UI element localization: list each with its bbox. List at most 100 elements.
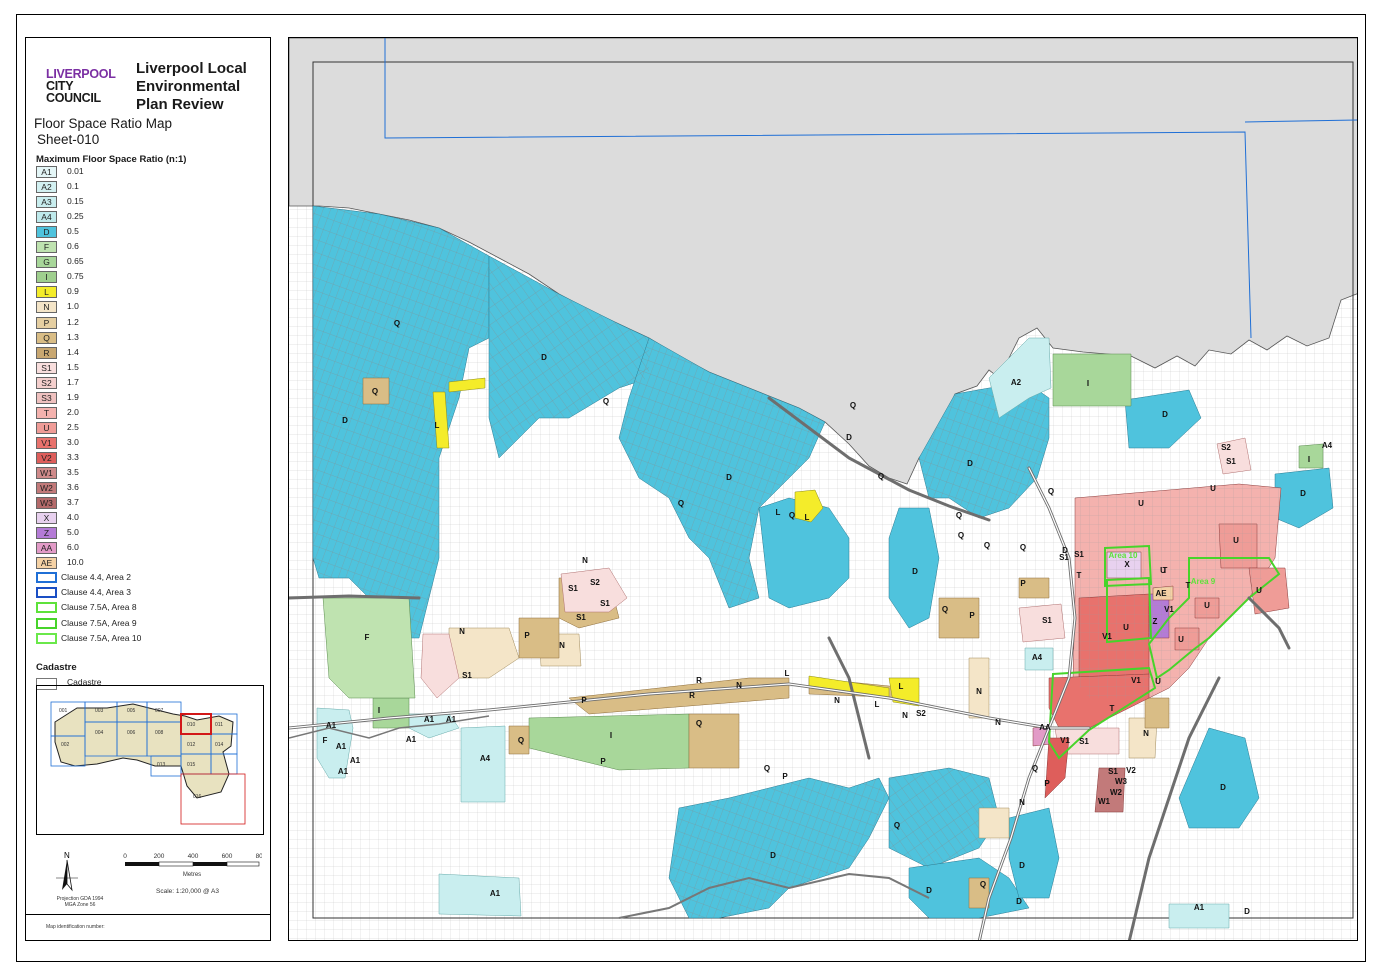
clause-legend-item: Clause 7.5A, Area 8 — [36, 602, 266, 614]
fsr-value: 3.5 — [67, 467, 79, 477]
map-frame[interactable]: Q Q D L D Q Q D Q D Q L Q L D A2 I D S2 S1 I A4 D U Q Q Q Q Q S1 D P Q P S… — [288, 37, 1358, 941]
fsr-value: 0.6 — [67, 241, 79, 252]
clause-swatch — [36, 602, 57, 614]
fsr-value: 3.0 — [67, 436, 79, 447]
fsr-swatch: AE — [36, 557, 57, 570]
zone-label: S1 — [1108, 767, 1118, 776]
projection-line-2: MGA Zone 56 — [64, 902, 96, 908]
zone-label: N — [582, 556, 588, 565]
zone-label: Q — [894, 821, 900, 830]
zone-label: S1 — [1226, 457, 1236, 466]
clause-swatch — [36, 572, 57, 584]
fsr-value: 0.25 — [67, 211, 84, 222]
fsr-legend-item: A3 0.15 — [36, 196, 266, 209]
fsr-legend-item: A1 0.01 — [36, 166, 266, 178]
clause-label: Clause 4.4, Area 2 — [61, 572, 131, 583]
zone-label: U — [1160, 566, 1166, 575]
zone-label: I — [378, 706, 380, 715]
fsr-swatch: A3 — [36, 196, 57, 209]
fsr-value: 0.75 — [67, 271, 84, 282]
key-map-sheet-label: 005 — [127, 708, 136, 714]
zone-label: Q — [956, 511, 962, 520]
zone-label: L — [785, 669, 790, 678]
fsr-legend-item: A2 0.1 — [36, 181, 266, 194]
clause-swatch — [36, 587, 57, 599]
zone-label: Q — [696, 719, 702, 728]
fsr-value: 5.0 — [67, 527, 79, 538]
fsr-value: 3.7 — [67, 497, 79, 508]
zone-label: A1 — [424, 715, 435, 724]
clause-legend-item: Clause 7.5A, Area 9 — [36, 617, 266, 630]
zone-label: A1 — [326, 721, 337, 730]
fsr-value: 3.3 — [67, 451, 79, 462]
zone-label: P — [600, 757, 606, 766]
fsr-legend-item: V1 3.0 — [36, 436, 266, 449]
zone-label: A1 — [336, 742, 347, 751]
fsr-value: 4.0 — [67, 512, 79, 523]
clause-legend-item: Clause 4.4, Area 3 — [36, 587, 266, 599]
legend-panel: LIVERPOOL CITY COUNCIL Liverpool Local E… — [25, 37, 271, 941]
zone-label: S1 — [1059, 553, 1069, 562]
zone-label: U — [1204, 601, 1210, 610]
fsr-legend-item: L 0.9 — [36, 286, 266, 299]
zone-label: P — [581, 696, 587, 705]
zone-label: A2 — [1011, 378, 1022, 387]
zone-label: Q — [878, 472, 884, 481]
key-map-sheet-label: 003 — [95, 708, 104, 714]
fsr-swatch: X — [36, 512, 57, 525]
zone-label: D — [926, 886, 932, 895]
key-map-sheet-label: 008 — [155, 730, 164, 736]
fsr-swatch: D — [36, 226, 57, 239]
clause-legend-item: Clause 7.5A, Area 10 — [36, 632, 266, 645]
fsr-value: 0.1 — [67, 181, 79, 192]
zone-label: V1 — [1060, 736, 1070, 745]
zone-label: A1 — [1194, 903, 1205, 912]
zone-label: P — [1020, 579, 1026, 588]
zone-label: S1 — [1074, 550, 1084, 559]
map-id-label: Map identification number: — [46, 924, 105, 930]
zone-label: U — [1256, 586, 1262, 595]
clause-label: Clause 7.5A, Area 8 — [61, 602, 137, 613]
zone-label: S2 — [590, 578, 600, 587]
zone-label: U — [1233, 536, 1239, 545]
fsr-value: 1.7 — [67, 376, 79, 387]
zone-label: S1 — [600, 599, 610, 608]
zone-label: Q — [980, 880, 986, 889]
key-map: 001 002 003 004 005 006 007 008 010 011 012 013 014 0… — [36, 685, 264, 835]
zone-label: V1 — [1131, 676, 1141, 685]
clause-swatch — [36, 632, 57, 644]
zone-label: Q — [764, 764, 770, 773]
fsr-swatch: W3 — [36, 497, 57, 510]
key-map-sheet-label: 013 — [157, 762, 166, 768]
zone-label: D — [1244, 907, 1250, 916]
projection-note: Projection GDA 1994 MGA Zone 56 — [40, 896, 120, 908]
zone-label: U — [1123, 623, 1129, 632]
map-canvas[interactable]: QQDLDQ QDQDQL Q LDA2 IDS2S1 IA4DUQQQQ QS1DPQPS… — [289, 38, 1358, 941]
zone-label: A1 — [350, 756, 361, 765]
zone-label: A4 — [1032, 653, 1043, 662]
key-map-sheet-label: 001 — [59, 708, 68, 714]
zone-label: AA — [1039, 723, 1051, 732]
zone-label: D — [1300, 489, 1306, 498]
fsr-swatch: T — [36, 406, 57, 419]
fsr-legend-item: S3 1.9 — [36, 391, 266, 404]
fsr-value: 1.9 — [67, 391, 79, 402]
zone-label: D — [1220, 783, 1226, 792]
key-map-sheet-label: 014 — [215, 742, 224, 748]
zone-label: A1 — [406, 735, 417, 744]
clause-label: Clause 4.4, Area 3 — [61, 587, 131, 598]
clause-area-label: Area 10 — [1109, 551, 1138, 560]
fsr-heading: Maximum Floor Space Ratio (n:1) — [36, 154, 187, 165]
logo-line-3: COUNCIL — [46, 91, 101, 105]
fsr-legend-item: R 1.4 — [36, 346, 266, 359]
zone-label: AE — [1155, 589, 1167, 598]
zone-label: V2 — [1126, 766, 1136, 775]
fsr-legend-item: F 0.6 — [36, 241, 266, 254]
fsr-legend-item: S2 1.7 — [36, 376, 266, 389]
key-map-sheet-label: 010 — [187, 722, 196, 728]
zone-label: D — [1162, 410, 1168, 419]
sheet-number: Sheet-010 — [37, 132, 100, 147]
zone-label: I — [1087, 379, 1089, 388]
zone-label: T — [1110, 704, 1115, 713]
key-map-sheet-label: 006 — [127, 730, 136, 736]
